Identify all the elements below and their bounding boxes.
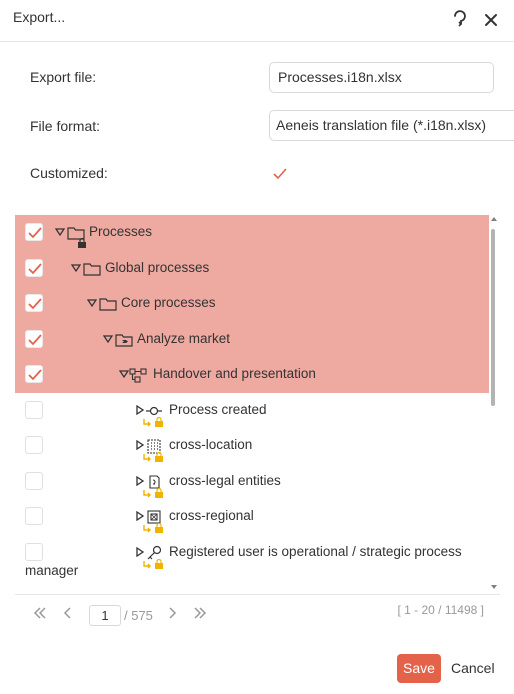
row-checkbox[interactable]: [25, 436, 43, 454]
row-checkbox[interactable]: [25, 401, 43, 419]
lock-icon: [143, 417, 163, 427]
lock-icon: [143, 559, 163, 569]
row-checkbox[interactable]: [25, 330, 43, 348]
tree-row[interactable]: Handover and presentation: [15, 357, 489, 393]
expand-toggle-icon[interactable]: [135, 476, 145, 486]
export-tree: Processes Global processes Core processe…: [15, 215, 500, 595]
chevron-left-icon[interactable]: [63, 607, 73, 619]
row-checkbox[interactable]: [25, 365, 43, 383]
tree-row[interactable]: Processes: [15, 215, 489, 251]
expand-toggle-icon[interactable]: [135, 405, 145, 415]
tree-row-label[interactable]: Core processes: [121, 295, 216, 310]
tree-row-label[interactable]: Registered user is operational / strateg…: [169, 544, 462, 559]
cancel-button[interactable]: Cancel: [451, 654, 495, 683]
expand-toggle-icon[interactable]: [103, 334, 113, 344]
page-total: / 575: [124, 608, 153, 623]
process-folder-icon: [115, 334, 133, 347]
tree-row[interactable]: Core processes: [15, 286, 489, 322]
save-button[interactable]: Save: [397, 654, 441, 683]
tree-row-label[interactable]: cross-location: [169, 437, 252, 452]
chevron-right-icon[interactable]: [167, 607, 177, 619]
tree-row[interactable]: cross-location: [15, 428, 489, 464]
pagination: 1 / 575 [ 1 - 20 / 11498 ]: [15, 594, 500, 630]
customized-label: Customized:: [30, 165, 108, 181]
row-checkbox[interactable]: [25, 223, 43, 241]
export-file-label: Export file:: [30, 69, 97, 85]
row-checkbox[interactable]: [25, 259, 43, 277]
tree-row-label[interactable]: Analyze market: [137, 331, 230, 346]
lock-icon: [78, 238, 86, 248]
tree-row-label[interactable]: cross-regional: [169, 508, 254, 523]
tree-row[interactable]: cross-regional: [15, 499, 489, 535]
expand-toggle-icon[interactable]: [71, 263, 81, 273]
expand-toggle-icon[interactable]: [135, 547, 145, 557]
expand-toggle-icon[interactable]: [55, 227, 65, 237]
close-icon[interactable]: [481, 8, 501, 30]
tree-row-label[interactable]: Handover and presentation: [153, 366, 316, 381]
tree-row-label[interactable]: cross-legal entities: [169, 473, 281, 488]
file-format-select[interactable]: Aeneis translation file (*.i18n.xlsx): [269, 110, 514, 141]
tree-row[interactable]: Process created: [15, 393, 489, 429]
row-checkbox[interactable]: [25, 472, 43, 490]
lock-icon: [143, 488, 163, 498]
process-flow-icon: [129, 368, 147, 383]
double-chevron-right-icon[interactable]: [193, 607, 207, 619]
tree-row-label[interactable]: Processes: [89, 224, 152, 239]
tree-row[interactable]: Registered user is operational / strateg…: [15, 535, 489, 575]
expand-toggle-icon[interactable]: [135, 511, 145, 521]
tree-scrollbar[interactable]: [490, 215, 498, 593]
tree-row-label[interactable]: Process created: [169, 402, 267, 417]
row-checkbox[interactable]: [25, 543, 43, 561]
folder-icon: [99, 298, 117, 311]
expand-toggle-icon[interactable]: [135, 440, 145, 450]
file-format-label: File format:: [30, 118, 101, 134]
tree-row[interactable]: Analyze market: [15, 322, 489, 358]
tree-row[interactable]: cross-legal entities: [15, 464, 489, 500]
page-range: [ 1 - 20 / 11498 ]: [397, 603, 484, 617]
row-checkbox[interactable]: [25, 507, 43, 525]
export-file-input[interactable]: Processes.i18n.xlsx: [269, 62, 494, 93]
folder-icon: [83, 263, 101, 276]
lock-icon: [143, 523, 163, 533]
dialog-title: Export...: [13, 9, 66, 25]
dialog-titlebar: Export...: [0, 0, 514, 42]
expand-toggle-icon[interactable]: [119, 369, 129, 379]
expand-toggle-icon[interactable]: [87, 298, 97, 308]
row-checkbox[interactable]: [25, 294, 43, 312]
scrollbar-thumb[interactable]: [491, 229, 495, 406]
tree-row[interactable]: Global processes: [15, 251, 489, 287]
lock-icon: [143, 452, 163, 462]
tree-row-label-continued: manager: [25, 563, 79, 578]
page-number-input[interactable]: 1: [89, 605, 121, 626]
tree-row-label[interactable]: Global processes: [105, 260, 209, 275]
double-chevron-left-icon[interactable]: [33, 607, 47, 619]
customized-checkbox[interactable]: [272, 166, 288, 182]
question-icon[interactable]: [450, 8, 470, 30]
